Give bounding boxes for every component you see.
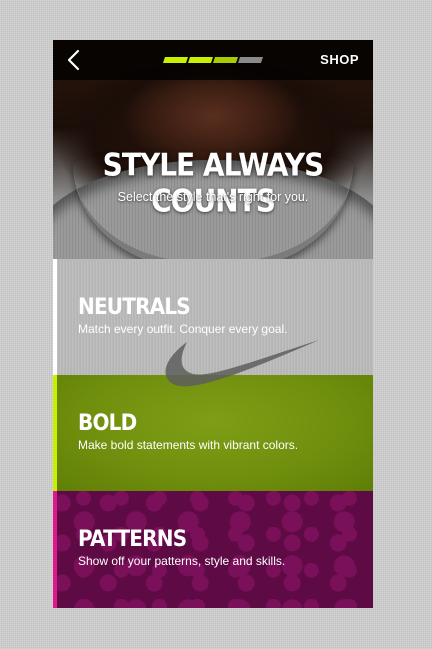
option-neutrals[interactable]: NEUTRALS Match every outfit. Conquer eve… [53, 259, 373, 375]
option-patterns[interactable]: PATTERNS Show off your patterns, style a… [53, 491, 373, 608]
option-description: Match every outfit. Conquer every goal. [78, 322, 288, 336]
progress-segment-3 [213, 57, 238, 63]
progress-segment-1 [163, 57, 188, 63]
option-description: Show off your patterns, style and skills… [78, 554, 286, 568]
option-title: PATTERNS [78, 525, 187, 552]
option-title: NEUTRALS [78, 293, 191, 320]
option-bold[interactable]: BOLD Make bold statements with vibrant c… [53, 375, 373, 491]
progress-indicator [163, 57, 263, 63]
chevron-left-icon[interactable] [65, 49, 85, 71]
top-bar: SHOP [53, 40, 373, 80]
option-accent-bold [53, 375, 57, 491]
shop-button[interactable]: SHOP [320, 52, 359, 67]
page-title: STYLE ALWAYS COUNTS [102, 146, 325, 220]
progress-segment-2 [188, 57, 213, 63]
app-screen: STYLE ALWAYS COUNTS Select the style tha… [53, 40, 373, 608]
progress-segment-4 [238, 57, 263, 63]
option-accent-patterns [53, 491, 57, 608]
option-description: Make bold statements with vibrant colors… [78, 438, 299, 452]
option-title: BOLD [78, 409, 137, 436]
option-accent-neutrals [53, 259, 57, 375]
page-subtitle: Select the style that's right for you. [117, 190, 309, 204]
